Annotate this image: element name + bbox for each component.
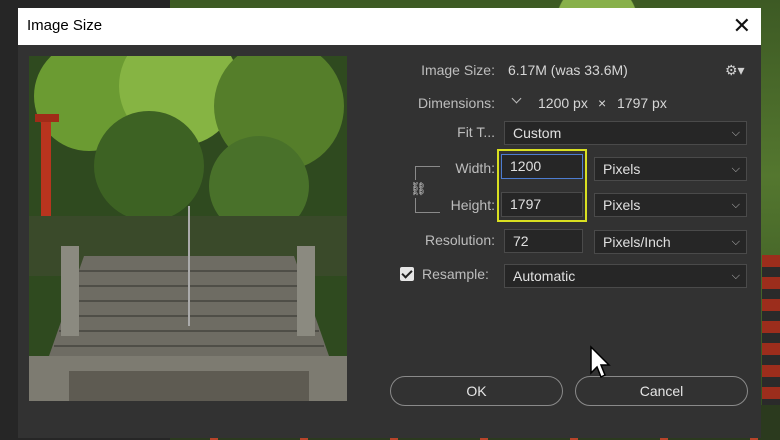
resolution-unit-value: Pixels/Inch: [603, 234, 671, 250]
width-unit-dropdown[interactable]: Pixels ⌵: [594, 157, 747, 181]
resolution-input[interactable]: 72: [504, 229, 583, 253]
canvas-background-strip: [762, 255, 780, 405]
link-chain-icon[interactable]: ⛓: [410, 180, 427, 198]
chevron-down-icon: ⌵: [731, 270, 740, 282]
dialog-titlebar: Image Size ✕: [18, 8, 761, 45]
height-label: Height:: [450, 197, 495, 213]
dimensions-separator: ×: [598, 95, 607, 111]
chevron-down-icon[interactable]: [510, 94, 524, 108]
resample-dropdown[interactable]: Automatic ⌵: [504, 264, 747, 288]
image-size-dialog: Image Size ✕ Image Size: 6.17M (was 33.6…: [18, 8, 761, 438]
resolution-value: 72: [513, 233, 529, 249]
height-unit-value: Pixels: [603, 197, 641, 213]
width-unit-value: Pixels: [603, 161, 641, 177]
image-preview[interactable]: [29, 56, 347, 401]
image-size-label: Image Size:: [421, 62, 495, 78]
cancel-button[interactable]: Cancel: [575, 376, 748, 406]
resolution-label: Resolution:: [424, 232, 495, 248]
resample-checkbox[interactable]: [400, 267, 414, 281]
preview-photo: [29, 56, 347, 401]
chevron-down-icon: ⌵: [731, 163, 740, 175]
image-size-value: 6.17M (was 33.6M): [508, 62, 628, 78]
gear-icon[interactable]: ⚙▾: [725, 62, 745, 79]
dialog-title: Image Size: [27, 17, 103, 34]
height-unit-dropdown[interactable]: Pixels ⌵: [594, 193, 747, 217]
fit-to-label: Fit T...: [457, 124, 495, 140]
chevron-down-icon: ⌵: [731, 127, 740, 139]
resample-label: Resample:: [422, 266, 489, 282]
resolution-unit-dropdown[interactable]: Pixels/Inch ⌵: [594, 230, 747, 254]
dimensions-width-value: 1200 px: [538, 95, 588, 111]
resample-value: Automatic: [513, 268, 576, 284]
dimensions-label: Dimensions:: [417, 95, 495, 111]
chevron-down-icon: ⌵: [731, 199, 740, 211]
height-value: 1797: [510, 196, 542, 212]
fit-to-dropdown[interactable]: Custom ⌵: [504, 121, 747, 145]
width-value: 1200: [510, 158, 542, 174]
link-bracket-bottom: [415, 198, 440, 213]
width-label: Width:: [455, 160, 495, 176]
chevron-down-icon: ⌵: [731, 236, 740, 248]
dimensions-height-value: 1797 px: [617, 95, 667, 111]
fit-to-value: Custom: [513, 125, 562, 141]
mouse-cursor-icon: [590, 345, 611, 379]
link-bracket-top: [415, 166, 440, 181]
ok-button[interactable]: OK: [390, 376, 563, 406]
close-icon[interactable]: ✕: [733, 12, 751, 40]
height-input[interactable]: 1797: [501, 192, 583, 217]
width-input[interactable]: 1200: [501, 154, 583, 179]
